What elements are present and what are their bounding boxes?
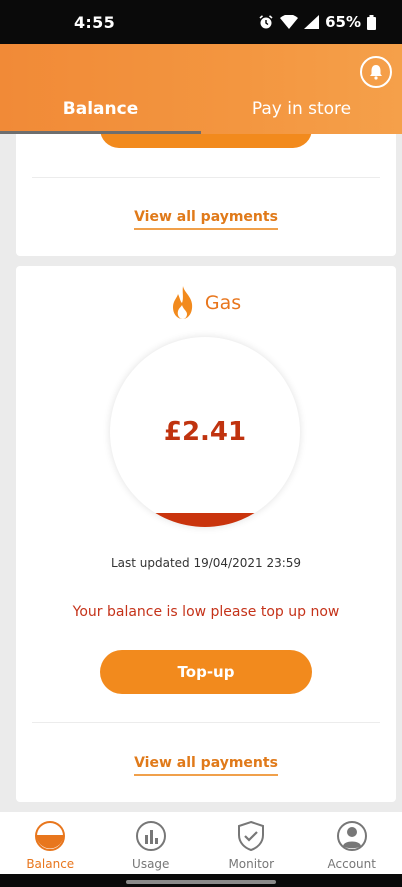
flame-icon — [172, 286, 192, 319]
app-header: Balance Pay in store — [0, 44, 402, 134]
usage-chart-icon — [135, 821, 166, 851]
battery-percent: 65% — [325, 13, 361, 31]
gas-title: Gas — [16, 286, 396, 320]
view-all-payments-link[interactable]: View all payments — [134, 755, 278, 776]
nav-label-balance: Balance — [26, 857, 75, 871]
nav-label-account: Account — [327, 857, 376, 871]
status-bar: 4:55 65% — [0, 0, 402, 44]
alarm-icon — [259, 15, 273, 29]
balance-gauge-icon — [35, 821, 66, 851]
status-icons: 65% — [258, 13, 376, 31]
battery-icon — [367, 14, 376, 30]
divider — [32, 722, 380, 723]
account-person-icon — [336, 821, 367, 851]
last-updated-text: Last updated 19/04/2021 23:59 — [110, 556, 302, 570]
monitor-shield-icon — [238, 820, 265, 852]
status-time: 4:55 — [74, 12, 115, 32]
nav-label-usage: Usage — [132, 857, 170, 871]
nav-item-monitor[interactable]: Monitor — [201, 812, 302, 874]
tab-indicator — [0, 131, 201, 134]
header-tabs: Balance Pay in store — [0, 84, 402, 134]
low-balance-warning: Your balance is low please top up now — [72, 604, 340, 620]
bottom-nav: Balance Usage Monitor Account — [0, 812, 402, 874]
nav-item-account[interactable]: Account — [302, 812, 402, 874]
balance-meter: £2.41 — [110, 337, 300, 527]
view-all-payments-link[interactable]: View all payments — [134, 209, 278, 230]
gas-title-label: Gas — [204, 292, 242, 314]
gas-balance-card: Gas £2.41 Last updated 19/04/2021 23:59 … — [16, 266, 396, 802]
divider — [32, 177, 380, 178]
topup-button[interactable]: Top-up — [100, 650, 312, 694]
home-gesture-handle[interactable] — [126, 880, 276, 884]
nav-item-usage[interactable]: Usage — [101, 812, 202, 874]
bell-icon — [370, 65, 382, 80]
nav-label-monitor: Monitor — [228, 857, 275, 871]
signal-icon — [304, 15, 320, 29]
tab-balance[interactable]: Balance — [0, 84, 201, 134]
wifi-icon — [280, 15, 299, 29]
gas-balance-amount: £2.41 — [163, 417, 247, 447]
tab-pay-in-store[interactable]: Pay in store — [201, 84, 402, 134]
nav-item-balance[interactable]: Balance — [0, 812, 101, 874]
